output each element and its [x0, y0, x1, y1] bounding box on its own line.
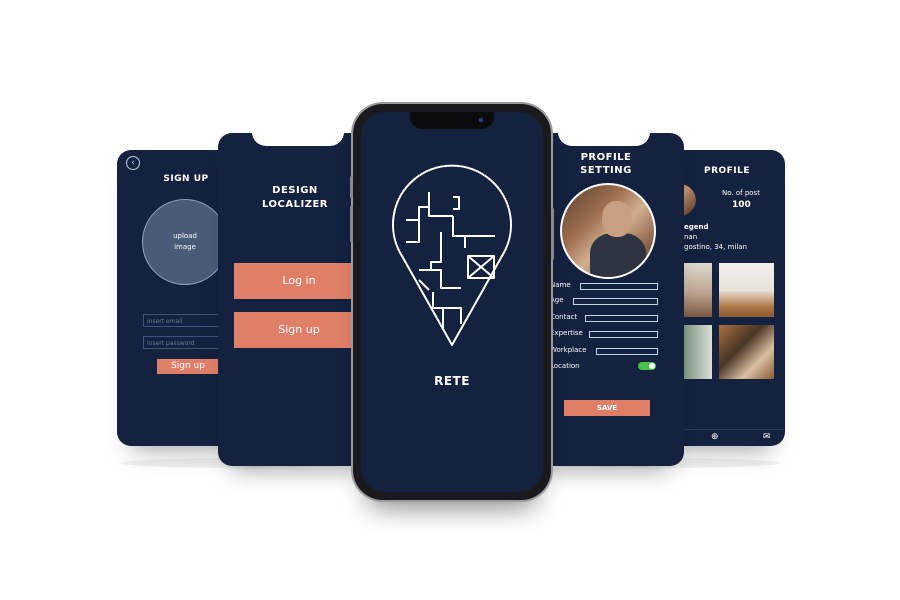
map-pin-floorplan-icon	[392, 164, 512, 346]
name-label: Name	[550, 281, 571, 289]
screen-notch	[558, 133, 650, 146]
expertise-input[interactable]	[589, 331, 658, 338]
save-button[interactable]: SAVE	[564, 400, 650, 416]
post-thumbnail[interactable]	[719, 325, 774, 379]
profile-address: gostino, 34, milan	[684, 243, 748, 251]
profile-photo[interactable]	[560, 183, 656, 279]
main-phone: RETE	[350, 104, 554, 500]
password-field[interactable]: insert password	[143, 336, 225, 349]
toggle-knob	[649, 363, 655, 369]
design-title-line2: LOCALIZER	[262, 199, 328, 210]
email-field[interactable]: insert email	[143, 314, 225, 327]
splash-screen: RETE	[361, 112, 543, 492]
upload-label-line2: image	[174, 243, 196, 251]
profile-name: egend	[684, 223, 709, 231]
upload-label-line1: upload	[173, 232, 197, 240]
photo-person-face	[602, 201, 632, 237]
app-name: RETE	[434, 374, 470, 388]
plus-circle-icon[interactable]: ⊕	[711, 432, 719, 442]
setting-title-line1: PROFILE	[580, 152, 632, 163]
design-title-line1: DESIGN	[272, 185, 318, 196]
age-input[interactable]	[573, 298, 658, 305]
name-input[interactable]	[580, 283, 658, 290]
screen-notch	[252, 133, 344, 146]
mail-icon[interactable]: ✉	[763, 432, 771, 442]
location-toggle[interactable]	[638, 362, 656, 370]
back-button[interactable]: ‹	[126, 156, 140, 170]
profile-role: nan	[684, 233, 698, 241]
contact-label: Contact	[550, 313, 578, 321]
signup-title: SIGN UP	[163, 174, 209, 184]
photo-person-body	[590, 233, 646, 277]
login-button[interactable]: Log in	[234, 263, 364, 299]
setting-title: PROFILE SETTING	[558, 151, 654, 177]
posts-label: No. of post	[722, 189, 760, 197]
profile-title: PROFILE	[703, 166, 751, 176]
setting-title-line2: SETTING	[580, 165, 632, 176]
volume-button	[350, 206, 353, 242]
workplace-input[interactable]	[596, 348, 658, 355]
signup-button[interactable]: Sign up	[234, 312, 364, 348]
posts-count: 100	[732, 200, 751, 210]
post-thumbnail[interactable]	[719, 263, 774, 317]
workplace-label: Workplace	[550, 346, 587, 354]
expertise-label: Expertise	[550, 329, 583, 337]
power-button	[551, 208, 554, 260]
age-label: Age	[550, 296, 564, 304]
upload-image-button[interactable]: upload image	[142, 199, 228, 285]
signup-submit-button[interactable]: Sign up	[157, 359, 219, 374]
location-label: Location	[550, 362, 580, 370]
contact-input[interactable]	[585, 315, 658, 322]
chevron-left-icon: ‹	[131, 158, 135, 168]
design-title: DESIGN LOCALIZER	[238, 184, 352, 212]
volume-button	[350, 176, 353, 198]
